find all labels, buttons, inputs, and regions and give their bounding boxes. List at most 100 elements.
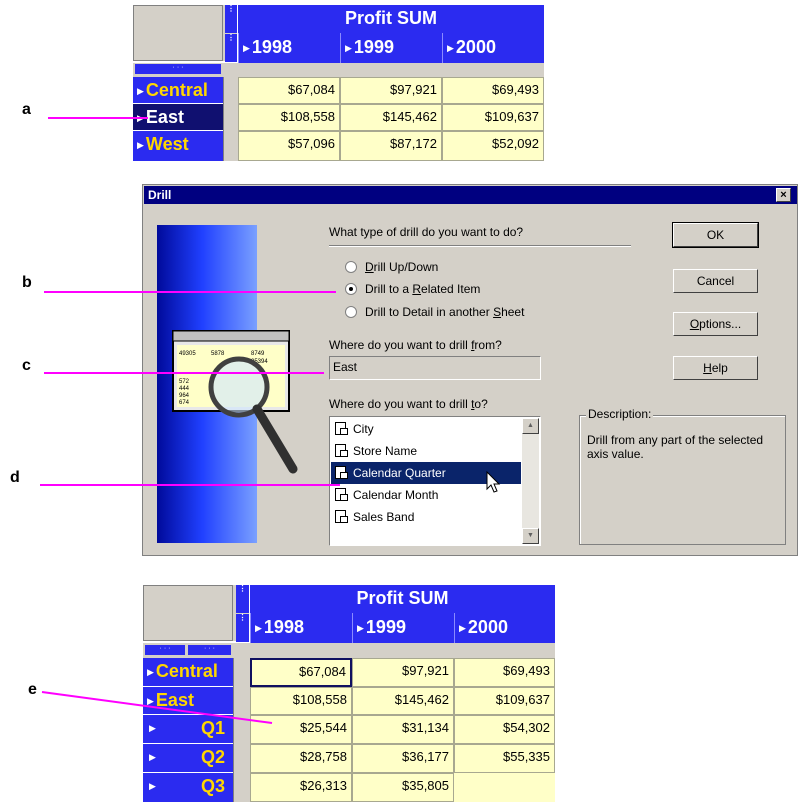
description-label: Description: (586, 407, 654, 421)
triangle-right-icon: ▶ (137, 86, 144, 97)
table-corner[interactable] (133, 5, 223, 61)
table-corner[interactable] (143, 585, 233, 641)
dialog-titlebar[interactable]: Drill (144, 186, 797, 204)
drill-type-question: What type of drill do you want to do? (329, 225, 524, 239)
list-item[interactable]: Sales Band (331, 506, 521, 528)
triangle-right-icon: ▶ (243, 43, 250, 54)
measure-header[interactable]: Profit SUM (238, 5, 544, 33)
drill-to-label: Where do you want to drill to? (329, 397, 488, 411)
row-header-central[interactable]: ▶ Central (143, 658, 233, 686)
table-cell[interactable]: $87,172 (340, 131, 442, 161)
measure-header[interactable]: Profit SUM (250, 585, 555, 613)
table-cell[interactable]: $52,092 (442, 131, 544, 161)
table-cell[interactable]: $28,758 (250, 744, 352, 773)
table-cell[interactable]: $109,637 (442, 104, 544, 131)
list-item[interactable]: Store Name (331, 440, 521, 462)
table-cell[interactable]: $145,462 (352, 687, 454, 715)
callout-e-line (41, 691, 273, 724)
table-cell[interactable] (454, 773, 555, 802)
callout-d-label: d (10, 469, 20, 486)
table-cell[interactable]: $67,084 (238, 77, 340, 104)
row-handle[interactable]: · · · (188, 645, 231, 655)
column-handle[interactable]: ⋮ (236, 585, 249, 613)
row-header-q3[interactable]: ▶ Q3 (143, 773, 233, 802)
table-cell[interactable]: $97,921 (352, 658, 454, 687)
year-header[interactable]: ▶ 2000 (442, 33, 544, 63)
table-cell[interactable]: $57,096 (238, 131, 340, 161)
radio-drill-related[interactable]: Drill to a Related Item (345, 281, 605, 299)
row-handle[interactable]: · · · (135, 64, 221, 74)
dimension-icon (335, 488, 348, 501)
table-cell[interactable]: $69,493 (454, 658, 555, 687)
radio-button-selected[interactable] (345, 283, 357, 295)
triangle-right-icon: ▶ (447, 43, 454, 54)
triangle-right-icon: ▶ (357, 623, 364, 634)
year-header[interactable]: ▶ 1998 (250, 613, 352, 643)
radio-drill-detail[interactable]: Drill to Detail in another Sheet (345, 304, 605, 322)
drill-from-field[interactable]: East (329, 356, 541, 380)
triangle-right-icon: ▶ (149, 752, 156, 762)
help-button[interactable]: Help (673, 356, 758, 380)
table-cell[interactable]: $54,302 (454, 715, 555, 744)
callout-c-label: c (22, 357, 31, 374)
vertical-scrollbar[interactable]: ▲ ▼ (522, 418, 539, 544)
list-item[interactable]: City (331, 418, 521, 440)
triangle-right-icon: ▶ (137, 140, 144, 151)
row-header-q2[interactable]: ▶ Q2 (143, 744, 233, 772)
description-text: Drill from any part of the selected axis… (587, 433, 764, 461)
row-header-central[interactable]: ▶ Central (133, 77, 223, 103)
table-cell[interactable]: $97,921 (340, 77, 442, 104)
radio-button[interactable] (345, 306, 357, 318)
radio-button[interactable] (345, 261, 357, 273)
row-handle[interactable]: · · · (145, 645, 185, 655)
drill-dialog: Drill × 49305 5878 8749 85394 572 444 96… (142, 184, 798, 556)
table-cell[interactable]: $55,335 (454, 744, 555, 773)
callout-a-label: a (22, 101, 31, 118)
row-gutter (223, 77, 238, 161)
svg-text:674: 674 (179, 400, 190, 406)
table-cell[interactable]: $35,805 (352, 773, 454, 802)
year-header-row: ▶ 1998 ▶ 1999 ▶ 2000 (250, 613, 555, 643)
svg-text:49305: 49305 (179, 351, 196, 357)
callout-d-line (40, 484, 340, 486)
row-header-west[interactable]: ▶ West (133, 131, 223, 161)
year-header[interactable]: ▶ 1999 (340, 33, 442, 63)
column-handle[interactable]: ⋮ (236, 614, 249, 642)
ok-button[interactable]: OK (672, 222, 759, 248)
triangle-right-icon: ▶ (149, 781, 156, 791)
options-button[interactable]: Options... (673, 312, 758, 336)
table-cell[interactable]: $31,134 (352, 715, 454, 744)
arrow-cursor-icon (486, 471, 501, 493)
table-cell[interactable]: $145,462 (340, 104, 442, 131)
dimension-icon (335, 466, 348, 479)
triangle-right-icon: ▶ (147, 667, 154, 678)
column-handle[interactable]: ⋮ (225, 5, 237, 33)
year-header[interactable]: ▶ 1998 (238, 33, 340, 63)
svg-text:964: 964 (179, 393, 190, 399)
magnifier-icon: 49305 5878 8749 85394 572 444 964 674 (172, 330, 298, 474)
svg-text:8749: 8749 (251, 351, 265, 357)
dimension-icon (335, 444, 348, 457)
cancel-button[interactable]: Cancel (673, 269, 758, 293)
table-cell[interactable]: $67,084 (250, 658, 352, 687)
year-header[interactable]: ▶ 1999 (352, 613, 454, 643)
drill-to-listbox[interactable]: City Store Name Calendar Quarter Calenda… (329, 416, 541, 546)
close-button[interactable]: × (776, 188, 791, 202)
scroll-up-button[interactable]: ▲ (522, 418, 539, 434)
year-header[interactable]: ▶ 2000 (454, 613, 555, 643)
table-cell[interactable]: $36,177 (352, 744, 454, 773)
table-cell[interactable]: $69,493 (442, 77, 544, 104)
radio-drill-updown[interactable]: Drill Up/Down (345, 259, 605, 277)
year-header-row: ▶ 1998 ▶ 1999 ▶ 2000 (238, 33, 544, 63)
dimension-icon (335, 422, 348, 435)
table-cell[interactable]: $109,637 (454, 687, 555, 715)
callout-c-line (44, 372, 324, 374)
svg-text:572: 572 (179, 379, 190, 385)
table-cell[interactable]: $26,313 (250, 773, 352, 802)
triangle-right-icon: ▶ (255, 623, 262, 634)
drill-from-label: Where do you want to drill from? (329, 338, 502, 352)
column-handle[interactable]: ⋮ (225, 34, 237, 62)
divider (329, 245, 631, 247)
scroll-down-button[interactable]: ▼ (522, 528, 539, 544)
table-cell[interactable]: $108,558 (238, 104, 340, 131)
